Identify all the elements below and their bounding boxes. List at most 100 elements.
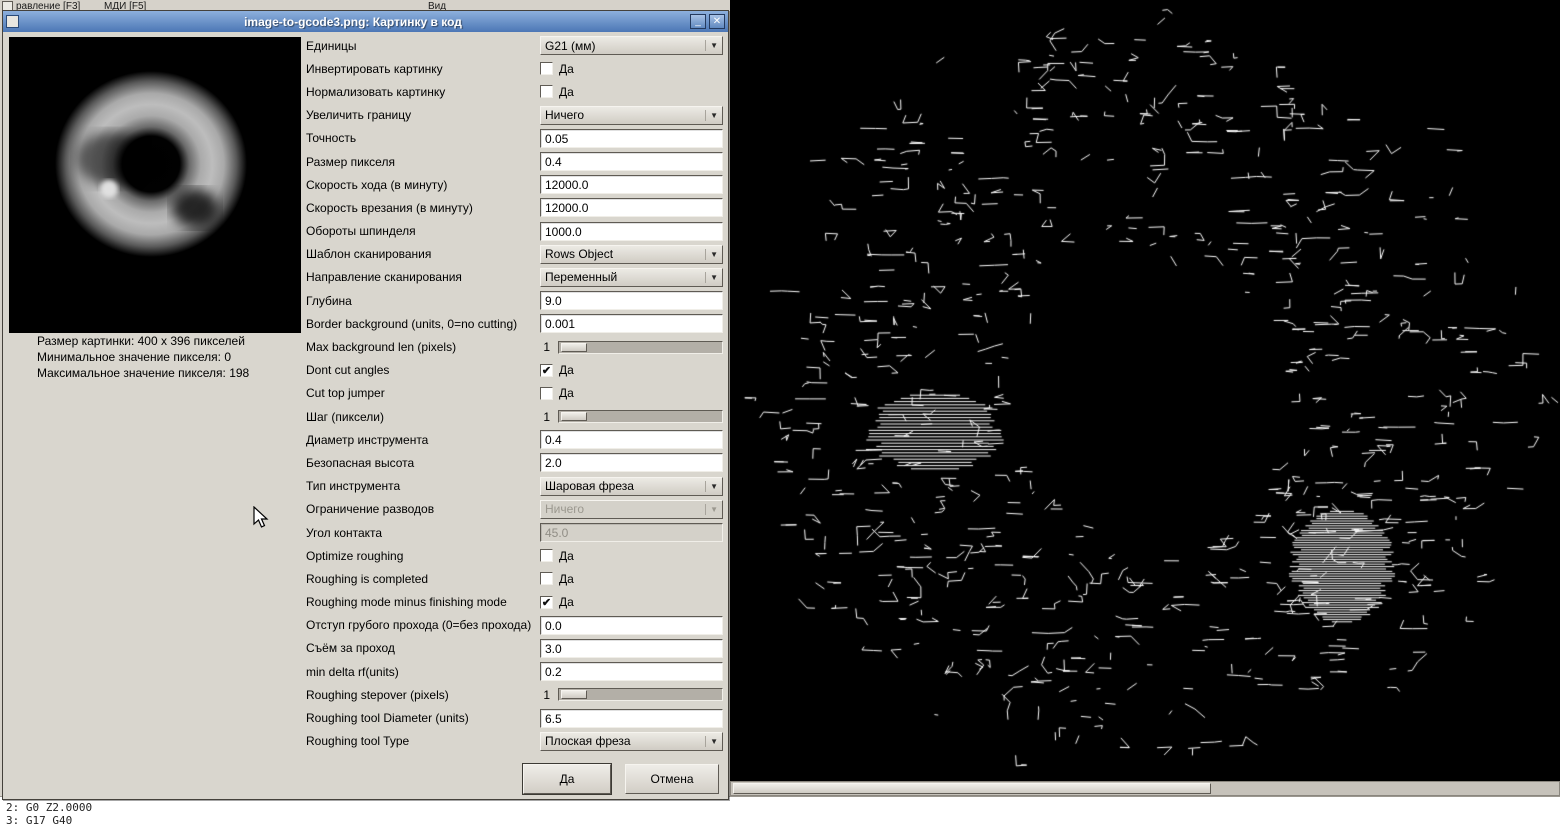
roughing-minus-finishing-checkbox[interactable]: ✔ (540, 595, 553, 609)
form-row-roughing-stepover: Roughing stepover (pixels) 1 (302, 683, 723, 706)
form-row-depth-per-pass: Съём за проход 3.0 (302, 637, 723, 660)
spindle-speed-input[interactable]: 1000.0 (540, 221, 723, 241)
roughing-is-completed-checkbox[interactable] (540, 572, 553, 586)
max-background-len-value: 1 (543, 340, 550, 355)
scan-direction-control: Переменный ▼ (540, 267, 723, 287)
roughing-stepover-slider-handle[interactable] (561, 690, 587, 700)
tolerance-input[interactable]: 0.05 (540, 128, 723, 148)
expand-border-select[interactable]: Ничего ▼ (540, 105, 723, 125)
image-info: Размер картинки: 400 x 396 пикселей Мини… (37, 333, 249, 381)
tolerance-control: 0.05 (540, 128, 723, 148)
scan-pattern-label: Шаблон сканирования (306, 247, 432, 262)
tool-type-control: Шаровая фреза ▼ (540, 476, 723, 496)
form-row-pixel-size: Размер пикселя 0.4 (302, 150, 723, 173)
roughing-is-completed-label: Roughing is completed (306, 571, 429, 586)
max-background-len-slider[interactable] (558, 340, 723, 354)
spindle-speed-label: Обороты шпинделя (306, 224, 416, 239)
roughing-tool-type-select[interactable]: Плоская фреза ▼ (540, 731, 723, 751)
cut-top-jumper-checkbox[interactable] (540, 386, 553, 400)
chevron-down-icon: ▼ (705, 503, 720, 515)
close-button[interactable]: ✕ (709, 14, 725, 29)
roughing-is-completed-checkbox-label: Да (559, 571, 574, 586)
chevron-down-icon: ▼ (705, 480, 720, 492)
form-row-optimize-roughing: Optimize roughing Да (302, 544, 723, 567)
dont-cut-angles-label: Dont cut angles (306, 363, 390, 378)
roughing-offset-input[interactable]: 0.0 (540, 615, 723, 635)
plunge-rate-input[interactable]: 12000.0 (540, 198, 723, 218)
roughing-offset-label: Отступ грубого прохода (0=без прохода) (306, 618, 532, 633)
horizontal-scrollbar-thumb[interactable] (733, 783, 1211, 794)
chevron-down-icon: ▼ (705, 735, 720, 747)
settings-form: Единицы G21 (мм) ▼ Инвертировать картинку Да… (302, 34, 723, 753)
ok-button[interactable]: Да (523, 764, 611, 794)
scan-pattern-control: Rows Object ▼ (540, 244, 723, 264)
contact-angle-label: Угол контакта (306, 525, 383, 540)
spindle-speed-control: 1000.0 (540, 221, 723, 241)
form-row-roughing-tool-diameter: Roughing tool Diameter (units) 6.5 (302, 706, 723, 729)
cut-top-jumper-control: Да (540, 386, 723, 400)
units-value: G21 (мм) (545, 38, 596, 53)
roughing-minus-finishing-label: Roughing mode minus finishing mode (306, 595, 507, 610)
roughing-tool-diameter-input[interactable]: 6.5 (540, 708, 723, 728)
safety-height-input[interactable]: 2.0 (540, 453, 723, 473)
roughing-tool-type-label: Roughing tool Type (306, 734, 410, 749)
form-row-safety-height: Безопасная высота 2.0 (302, 451, 723, 474)
scan-direction-select[interactable]: Переменный ▼ (540, 267, 723, 287)
toolpath-preview-area[interactable] (730, 0, 1560, 781)
dialog-titlebar[interactable]: image-to-gcode3.png: Картинку в код _ ✕ (3, 11, 728, 32)
units-select[interactable]: G21 (мм) ▼ (540, 36, 723, 56)
tolerance-label: Точность (306, 131, 357, 146)
cancel-button[interactable]: Отмена (625, 764, 719, 794)
max-background-len-slider-handle[interactable] (561, 342, 587, 352)
scan-pattern-select[interactable]: Rows Object ▼ (540, 244, 723, 264)
invert-image-checkbox[interactable] (540, 62, 553, 76)
min-delta-rf-input[interactable]: 0.2 (540, 662, 723, 682)
optimize-roughing-checkbox[interactable] (540, 549, 553, 563)
border-background-label: Border background (units, 0=no cutting) (306, 316, 518, 331)
pixel-size-input[interactable]: 0.4 (540, 152, 723, 172)
dont-cut-angles-checkbox[interactable]: ✔ (540, 363, 553, 377)
chevron-down-icon: ▼ (705, 109, 720, 121)
toolpath-canvas[interactable] (730, 0, 1560, 781)
feed-rate-input[interactable]: 12000.0 (540, 175, 723, 195)
scan-pattern-value: Rows Object (545, 247, 614, 262)
roughing-stepover-slider[interactable] (558, 688, 723, 702)
border-background-input[interactable]: 0.001 (540, 314, 723, 334)
optimize-roughing-control: Да (540, 549, 723, 563)
tool-type-label: Тип инструмента (306, 479, 401, 494)
minimize-button[interactable]: _ (690, 14, 706, 29)
normalize-image-label: Нормализовать картинку (306, 84, 446, 99)
form-row-border-background: Border background (units, 0=no cutting) 0… (302, 312, 723, 335)
form-row-plunge-rate: Скорость врезания (в минуту) 12000.0 (302, 196, 723, 219)
screen: равление [F3] МДИ [F5] Вид 2: G0 Z2.0000… (0, 0, 1560, 825)
border-background-control: 0.001 (540, 314, 723, 334)
step-pixels-slider-handle[interactable] (561, 412, 587, 422)
units-control: G21 (мм) ▼ (540, 36, 723, 56)
depth-input[interactable]: 9.0 (540, 291, 723, 311)
donut-image (9, 37, 301, 333)
form-row-expand-border: Увеличить границу Ничего ▼ (302, 104, 723, 127)
form-row-spindle-speed: Обороты шпинделя 1000.0 (302, 220, 723, 243)
form-row-lace-bounding: Ограничение разводов Ничего ▼ (302, 498, 723, 521)
cut-top-jumper-checkbox-label: Да (559, 386, 574, 401)
gcode-line[interactable]: 3: G17 G40 (0, 814, 1560, 825)
tool-diameter-input[interactable]: 0.4 (540, 430, 723, 450)
contact-angle-control: 45.0 (540, 523, 723, 543)
lace-bounding-control: Ничего ▼ (540, 499, 723, 519)
normalize-image-checkbox[interactable] (540, 85, 553, 99)
form-row-depth: Глубина 9.0 (302, 289, 723, 312)
feed-rate-control: 12000.0 (540, 175, 723, 195)
contact-angle-input: 45.0 (540, 523, 723, 543)
horizontal-scrollbar[interactable] (730, 781, 1560, 796)
tool-type-select[interactable]: Шаровая фреза ▼ (540, 476, 723, 496)
tool-type-value: Шаровая фреза (545, 479, 634, 494)
depth-per-pass-input[interactable]: 3.0 (540, 638, 723, 658)
roughing-tool-type-value: Плоская фреза (545, 734, 631, 749)
source-image-preview (9, 37, 301, 333)
form-row-normalize-image: Нормализовать картинку Да (302, 80, 723, 103)
depth-control: 9.0 (540, 291, 723, 311)
min-delta-rf-control: 0.2 (540, 662, 723, 682)
tool-diameter-control: 0.4 (540, 430, 723, 450)
roughing-tool-diameter-control: 6.5 (540, 708, 723, 728)
step-pixels-slider[interactable] (558, 410, 723, 424)
